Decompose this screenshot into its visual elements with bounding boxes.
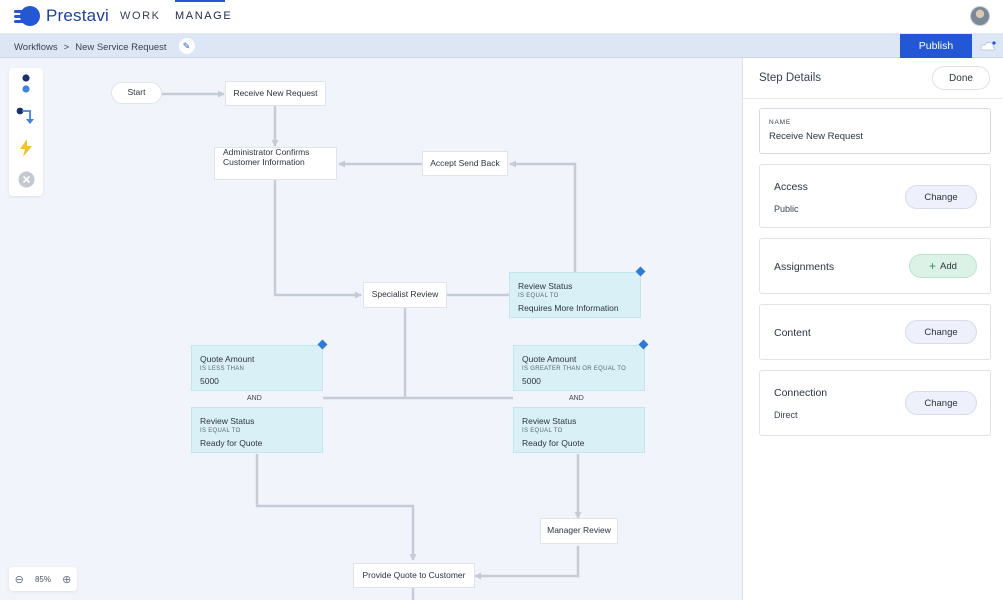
- breadcrumb-workflows-link[interactable]: Workflows: [14, 42, 58, 53]
- condition-value: Ready for Quote: [200, 437, 263, 448]
- nav-tab-work[interactable]: WORK: [120, 10, 161, 22]
- user-avatar[interactable]: [970, 6, 990, 26]
- access-title: Access: [774, 181, 808, 193]
- condition-value: Requires More Information: [518, 302, 619, 313]
- cloud-sync-icon[interactable]: [980, 41, 996, 51]
- content-title: Content: [774, 327, 811, 339]
- condition-quote-less-than[interactable]: Quote Amount IS LESS THAN 5000: [191, 345, 323, 391]
- condition-field: Quote Amount: [522, 354, 577, 364]
- zoom-in-icon[interactable]: ⊕: [62, 573, 71, 586]
- zoom-out-icon[interactable]: ⊖: [15, 573, 24, 586]
- edit-pencil-icon[interactable]: ✎: [178, 38, 195, 54]
- content-card: Content Change: [759, 304, 991, 360]
- receive-new-request-node[interactable]: Receive New Request: [225, 81, 326, 106]
- condition-operator: IS EQUAL TO: [200, 428, 241, 435]
- connection-change-button[interactable]: Change: [905, 391, 977, 415]
- breadcrumb-current: New Service Request: [75, 41, 167, 53]
- connection-tool-icon[interactable]: [16, 106, 36, 126]
- step-name-field[interactable]: NAME Receive New Request: [759, 108, 991, 154]
- zoom-level: 85%: [34, 574, 51, 584]
- access-value: Public: [774, 204, 799, 214]
- condition-review-ready-left[interactable]: Review Status IS EQUAL TO Ready for Quot…: [191, 407, 323, 453]
- and-label: AND: [247, 395, 262, 402]
- remove-x-icon[interactable]: [16, 169, 36, 189]
- manager-review-node[interactable]: Manager Review: [540, 518, 618, 544]
- condition-operator: IS LESS THAN: [200, 366, 245, 373]
- connection-lines: [162, 90, 582, 600]
- access-change-button[interactable]: Change: [905, 185, 977, 209]
- condition-review-ready-right[interactable]: Review Status IS EQUAL TO Ready for Quot…: [513, 407, 645, 453]
- panel-divider: [743, 98, 1003, 99]
- panel-title: Step Details: [759, 72, 822, 84]
- publish-button[interactable]: Publish: [900, 34, 972, 58]
- condition-value: 5000: [200, 375, 219, 386]
- assignments-title: Assignments: [774, 261, 835, 273]
- start-node[interactable]: Start: [111, 82, 162, 104]
- name-value[interactable]: Receive New Request: [769, 131, 863, 142]
- condition-field: Review Status: [200, 416, 255, 426]
- breadcrumb: Workflows > New Service Request ✎: [14, 38, 195, 54]
- zoom-controls: ⊖ 85% ⊕: [9, 567, 77, 591]
- condition-quote-gte[interactable]: Quote Amount IS GREATER THAN OR EQUAL TO…: [513, 345, 645, 391]
- plus-icon: +: [929, 259, 937, 273]
- condition-operator: IS GREATER THAN OR EQUAL TO: [522, 366, 627, 373]
- access-card: Access Public Change: [759, 164, 991, 228]
- logo-text: Prestavi: [46, 6, 110, 25]
- specialist-review-node[interactable]: Specialist Review: [363, 282, 447, 308]
- condition-field: Quote Amount: [200, 354, 255, 364]
- steps-tool-icon[interactable]: [16, 74, 36, 94]
- condition-operator: IS EQUAL TO: [522, 428, 563, 435]
- node-line-2: Customer Information: [223, 156, 305, 167]
- condition-field: Review Status: [522, 416, 577, 426]
- content-change-button[interactable]: Change: [905, 320, 977, 344]
- condition-operator: IS EQUAL TO: [518, 293, 559, 300]
- step-details-panel: Step Details Done NAME Receive New Reque…: [742, 58, 1003, 600]
- breadcrumb-separator: >: [63, 41, 70, 53]
- add-label: Add: [940, 260, 957, 272]
- automation-bolt-icon[interactable]: [16, 138, 36, 158]
- provide-quote-node[interactable]: Provide Quote to Customer: [353, 563, 475, 588]
- canvas-toolbox: [9, 68, 43, 196]
- connection-card: Connection Direct Change: [759, 370, 991, 436]
- active-tab-indicator: [175, 0, 225, 2]
- condition-field: Review Status: [518, 281, 573, 291]
- name-label: NAME: [769, 119, 791, 126]
- assignments-card: Assignments + Add: [759, 238, 991, 294]
- assignments-add-button[interactable]: + Add: [909, 254, 977, 278]
- breadcrumb-bar: Workflows > New Service Request ✎: [0, 34, 1003, 58]
- nav-tab-manage[interactable]: MANAGE: [175, 10, 232, 22]
- prestavi-logo[interactable]: Prestavi: [14, 5, 109, 27]
- accept-send-back-node[interactable]: Accept Send Back: [422, 151, 508, 176]
- condition-requires-more-info[interactable]: Review Status IS EQUAL TO Requires More …: [509, 272, 641, 318]
- done-button[interactable]: Done: [932, 66, 990, 90]
- condition-value: 5000: [522, 375, 541, 386]
- workflow-canvas[interactable]: Start Receive New Request Administrator …: [0, 58, 742, 600]
- and-label: AND: [569, 395, 584, 402]
- top-navigation-bar: Prestavi WORK MANAGE: [0, 0, 1003, 34]
- condition-value: Ready for Quote: [522, 437, 585, 448]
- connection-value: Direct: [774, 410, 798, 420]
- administrator-confirms-node[interactable]: Administrator Confirms Customer Informat…: [214, 147, 337, 180]
- logo-mark-icon: [14, 6, 40, 26]
- connection-title: Connection: [774, 387, 828, 399]
